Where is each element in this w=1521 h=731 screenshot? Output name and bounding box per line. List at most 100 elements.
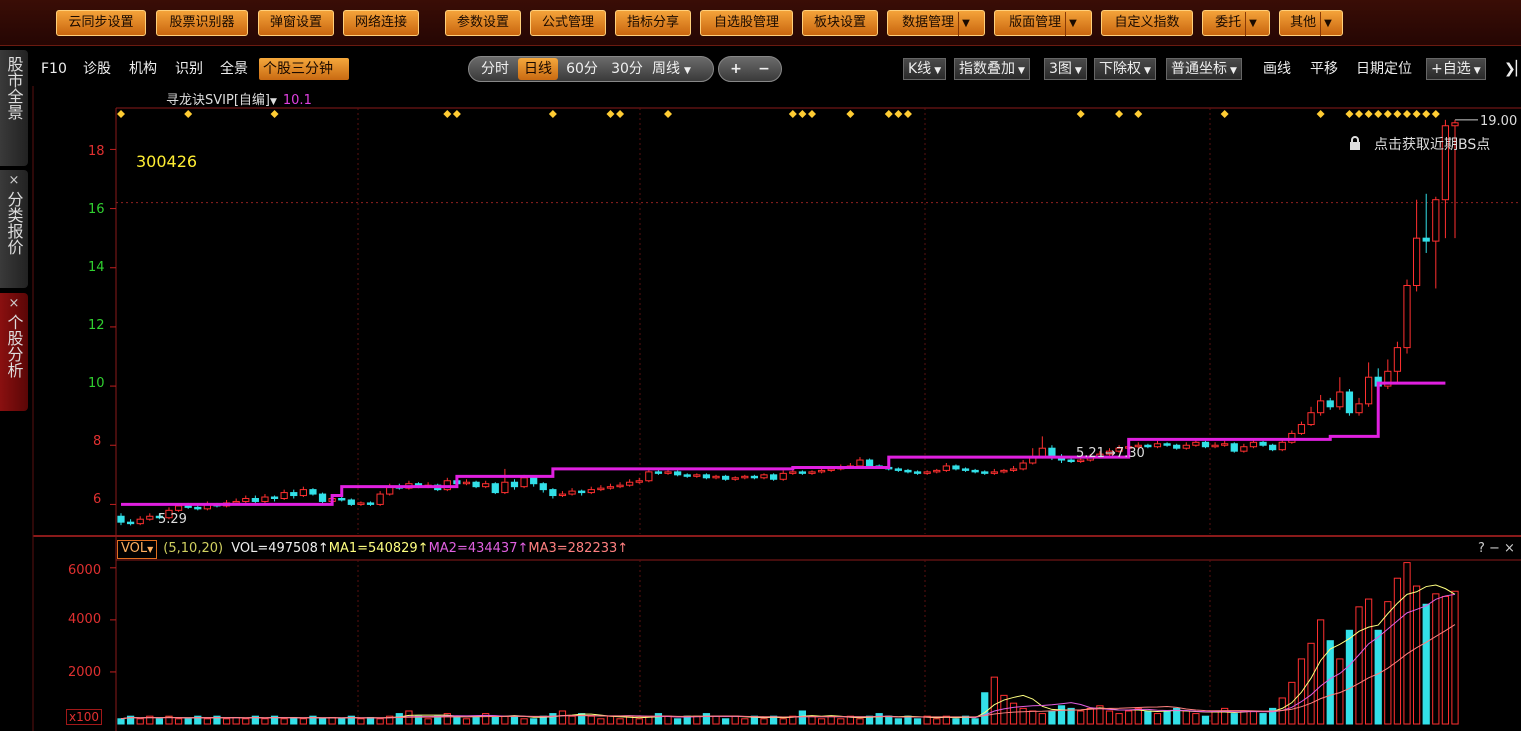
candle-body	[1422, 237, 1430, 242]
volume-bar	[885, 715, 893, 725]
candle-body	[376, 493, 384, 505]
add-watchlist-dropdown[interactable]: +自选 ▼	[1426, 58, 1486, 80]
add-watchlist-label: +自选	[1431, 61, 1471, 77]
volume-indicator-label: VOL	[121, 541, 148, 556]
tab-recognition[interactable]: 识别	[175, 58, 203, 80]
volume-indicator-selector[interactable]: VOL▼	[117, 540, 158, 559]
volume-bar	[1057, 705, 1066, 725]
candle-body	[194, 506, 202, 510]
volume-unit-label: x100	[66, 709, 103, 725]
chart-frame	[32, 86, 1521, 731]
tab-panorama[interactable]: 全景	[220, 58, 248, 80]
index-overlay-dropdown[interactable]: 指数叠加 ▼	[954, 58, 1030, 80]
period-weekly-label: 周线	[652, 61, 680, 77]
period-60min[interactable]: 60分	[562, 58, 602, 80]
candle-body	[1000, 469, 1008, 473]
sidebar-collapse-icon[interactable]: ❯▏	[1504, 58, 1521, 80]
chevron-down-icon: ▼	[1473, 66, 1481, 76]
volume-bar	[1134, 707, 1142, 725]
candle-body	[712, 475, 720, 479]
volume-bar	[856, 718, 864, 725]
candle-body	[232, 500, 240, 504]
chevron-down-icon: ▼	[1144, 66, 1151, 76]
zoom-in-button[interactable]: +	[724, 58, 748, 80]
volume-bar	[155, 718, 164, 725]
candle-body	[1009, 468, 1018, 471]
candle-body	[136, 518, 144, 525]
kline-dropdown[interactable]: K线 ▼	[903, 58, 947, 80]
candle-body	[501, 481, 509, 494]
volume-bar	[1115, 713, 1123, 725]
period-intraday[interactable]: 分时	[475, 58, 515, 80]
volume-bar	[338, 718, 346, 725]
tab-f10[interactable]: F10	[41, 58, 67, 80]
period-daily[interactable]: 日线	[518, 58, 558, 80]
volume-bar	[1403, 562, 1411, 725]
volume-bar	[616, 718, 624, 725]
candle-body	[174, 505, 183, 511]
pan-button[interactable]: 平移	[1310, 58, 1338, 80]
coordinate-dropdown[interactable]: 普通坐标 ▼	[1166, 58, 1242, 80]
period-weekly[interactable]: 周线 ▼	[652, 58, 710, 80]
min-price-label: 5.29	[158, 512, 187, 527]
tab-three-minute[interactable]: 个股三分钟	[259, 58, 349, 80]
candle-body	[1269, 444, 1277, 451]
draw-line-button[interactable]: 画线	[1263, 58, 1291, 80]
indicator-title[interactable]: 寻龙诀SVIP[自编]▼ 10.1	[166, 89, 312, 108]
candle-body	[789, 471, 797, 474]
volume-bar	[1384, 601, 1392, 725]
price-tick-16: 16	[88, 202, 105, 217]
candle-body	[817, 469, 826, 473]
volume-bar	[357, 718, 365, 725]
volume-bar	[702, 713, 711, 725]
zoom-out-button[interactable]: −	[752, 58, 776, 80]
candle-body	[961, 468, 970, 471]
indicator-value: 10.1	[282, 93, 312, 108]
period-30min[interactable]: 30分	[607, 58, 647, 80]
volume-bar	[1432, 593, 1440, 725]
index-overlay-label: 指数叠加	[959, 61, 1015, 77]
three-chart-dropdown[interactable]: 3图 ▼	[1044, 58, 1087, 80]
volume-bar	[1345, 629, 1354, 725]
volume-bar	[1077, 710, 1085, 725]
volume-panel-controls[interactable]: ? − ×	[1478, 539, 1515, 559]
price-tick-8: 8	[93, 434, 102, 449]
candle-body	[1201, 441, 1210, 448]
volume-bar	[731, 715, 739, 725]
volume-bar	[1019, 707, 1027, 725]
kline-label: K线	[908, 61, 932, 77]
candle-body	[1249, 441, 1258, 448]
volume-bar	[798, 710, 807, 725]
volume-bar	[827, 715, 835, 725]
volume-bar	[1422, 603, 1430, 725]
date-locate-button[interactable]: 日期定位	[1356, 58, 1412, 80]
chart-toolbar: F10 诊股 机构 识别 全景 个股三分钟 分时 日线 60分 30分 周线 ▼ …	[34, 52, 1521, 86]
candle-body	[894, 468, 902, 471]
volume-bar	[1029, 710, 1037, 725]
candle-body	[1317, 400, 1325, 414]
candle-body	[126, 521, 135, 525]
tab-institution[interactable]: 机构	[129, 58, 157, 80]
volume-bar	[933, 718, 941, 725]
candle-body	[616, 484, 624, 488]
tab-diagnosis[interactable]: 诊股	[83, 58, 111, 80]
candle-body	[117, 515, 125, 523]
volume-bar	[280, 718, 288, 725]
candle-body	[568, 490, 576, 495]
volume-bar	[501, 715, 509, 725]
candle-body	[290, 492, 298, 497]
ex-rights-dropdown[interactable]: 下除权 ▼	[1094, 58, 1156, 80]
candle-body	[558, 493, 567, 497]
volume-bar	[530, 718, 538, 725]
volume-bar	[1249, 710, 1258, 725]
volume-bar	[261, 718, 269, 725]
candle-body	[1307, 412, 1315, 426]
candle-body	[1393, 347, 1402, 372]
bs-points-link[interactable]: 点击获取近期BS点	[1348, 134, 1490, 154]
volume-bar	[1105, 710, 1114, 725]
candle-body	[1403, 285, 1411, 349]
volume-bar	[981, 692, 989, 725]
candle-body	[1144, 444, 1152, 448]
candle-body	[808, 471, 816, 474]
volume-bar	[242, 718, 250, 725]
